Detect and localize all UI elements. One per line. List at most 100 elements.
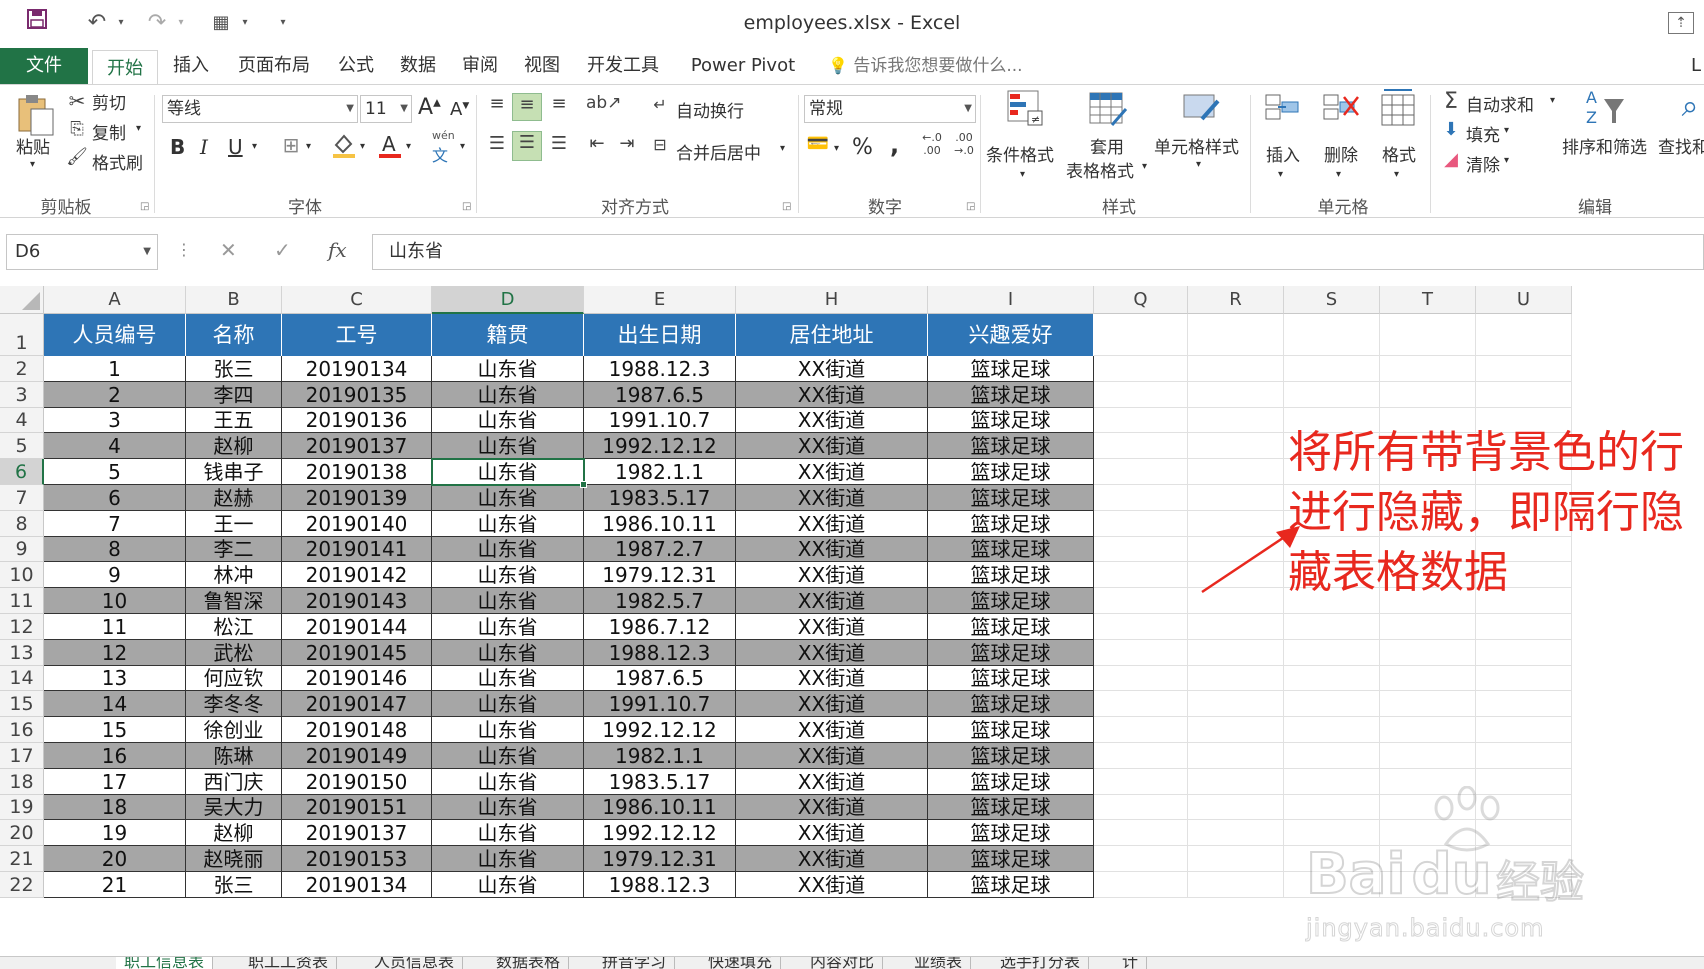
decrease-indent-icon[interactable]: ⇤	[584, 133, 610, 154]
empty-cell[interactable]	[1284, 382, 1380, 408]
table-cell[interactable]: 山东省	[432, 537, 584, 562]
empty-cell[interactable]	[1476, 640, 1572, 666]
row-header[interactable]: 9	[0, 537, 44, 562]
format-painter-button[interactable]: 格式刷	[92, 149, 143, 174]
empty-cell[interactable]	[1094, 743, 1188, 769]
row-header[interactable]: 11	[0, 588, 44, 614]
tab-review[interactable]: 审阅	[454, 48, 506, 84]
sheet-tab[interactable]: 计	[1114, 957, 1148, 969]
format-as-table-icon[interactable]	[1086, 89, 1130, 129]
table-cell[interactable]: 15	[44, 717, 186, 743]
table-cell[interactable]: 篮球足球	[928, 537, 1094, 562]
column-header[interactable]: B	[186, 286, 282, 314]
column-header[interactable]: T	[1380, 286, 1476, 314]
table-header-cell[interactable]: 籍贯	[432, 314, 584, 356]
table-cell[interactable]: XX街道	[736, 717, 928, 743]
empty-cell[interactable]	[1188, 640, 1284, 666]
empty-cell[interactable]	[1094, 588, 1188, 614]
table-cell[interactable]: 山东省	[432, 691, 584, 717]
border-dropdown-icon[interactable]: ▾	[306, 141, 311, 152]
conditional-formatting-button[interactable]: 条件格式	[986, 141, 1054, 166]
empty-cell[interactable]	[1188, 485, 1284, 511]
row-header[interactable]: 12	[0, 614, 44, 640]
empty-cell[interactable]	[1188, 795, 1284, 820]
table-cell[interactable]: 1983.5.17	[584, 485, 736, 511]
table-cell[interactable]: 篮球足球	[928, 459, 1094, 485]
table-cell[interactable]: 山东省	[432, 562, 584, 588]
table-cell[interactable]: 1992.12.12	[584, 433, 736, 459]
empty-cell[interactable]	[1380, 614, 1476, 640]
format-as-table-label-1[interactable]: 套用	[1090, 133, 1124, 158]
empty-cell[interactable]	[1094, 666, 1188, 691]
format-as-table-label-2[interactable]: 表格格式	[1066, 157, 1134, 182]
empty-cell[interactable]	[1188, 433, 1284, 459]
sheet-tab[interactable]: 选手打分表	[992, 957, 1090, 969]
table-cell[interactable]: 20190142	[282, 562, 432, 588]
column-header[interactable]: Q	[1094, 286, 1188, 314]
table-cell[interactable]: 钱串子	[186, 459, 282, 485]
row-header[interactable]: 5	[0, 433, 44, 459]
column-header[interactable]: D	[432, 286, 584, 314]
table-cell[interactable]: 何应钦	[186, 666, 282, 691]
align-left-icon[interactable]: ☰	[484, 133, 510, 154]
table-cell[interactable]: 鲁智深	[186, 588, 282, 614]
table-cell[interactable]: 20190139	[282, 485, 432, 511]
table-cell[interactable]: 篮球足球	[928, 614, 1094, 640]
table-cell[interactable]: XX街道	[736, 640, 928, 666]
empty-cell[interactable]	[1188, 691, 1284, 717]
italic-button[interactable]: I	[200, 135, 208, 159]
table-cell[interactable]: 篮球足球	[928, 846, 1094, 872]
empty-cell[interactable]	[1094, 846, 1188, 872]
table-cell[interactable]: XX街道	[736, 666, 928, 691]
table-cell[interactable]: 篮球足球	[928, 640, 1094, 666]
table-cell[interactable]: 1987.6.5	[584, 666, 736, 691]
table-cell[interactable]: 武松	[186, 640, 282, 666]
table-cell[interactable]: 篮球足球	[928, 691, 1094, 717]
table-cell[interactable]: 7	[44, 511, 186, 537]
empty-cell[interactable]	[1188, 743, 1284, 769]
empty-cell[interactable]	[1380, 382, 1476, 408]
table-cell[interactable]: 赵赫	[186, 485, 282, 511]
delete-dropdown-icon[interactable]: ▾	[1336, 169, 1341, 180]
table-cell[interactable]: 1988.12.3	[584, 872, 736, 898]
table-cell[interactable]: XX街道	[736, 795, 928, 820]
table-cell[interactable]: 20190135	[282, 382, 432, 408]
table-cell[interactable]: 赵柳	[186, 820, 282, 846]
table-cell[interactable]: 山东省	[432, 640, 584, 666]
table-cell[interactable]: 1982.5.7	[584, 588, 736, 614]
empty-cell[interactable]	[1476, 666, 1572, 691]
row-header[interactable]: 7	[0, 485, 44, 511]
name-box[interactable]: D6 ▼	[6, 234, 158, 270]
table-cell[interactable]: 张三	[186, 872, 282, 898]
table-cell[interactable]: XX街道	[736, 562, 928, 588]
empty-cell[interactable]	[1188, 382, 1284, 408]
increase-indent-icon[interactable]: ⇥	[614, 133, 640, 154]
empty-cell[interactable]	[1476, 382, 1572, 408]
table-cell[interactable]: 山东省	[432, 846, 584, 872]
fill-handle[interactable]	[580, 481, 587, 488]
row-header[interactable]: 4	[0, 408, 44, 433]
sheet-tab[interactable]: 职工信息表	[116, 957, 214, 969]
table-cell[interactable]: 山东省	[432, 666, 584, 691]
table-cell[interactable]: 赵柳	[186, 433, 282, 459]
table-cell[interactable]: XX街道	[736, 382, 928, 408]
column-header[interactable]: U	[1476, 286, 1572, 314]
table-cell[interactable]: 8	[44, 537, 186, 562]
table-cell[interactable]: 13	[44, 666, 186, 691]
empty-cell[interactable]	[1094, 820, 1188, 846]
fill-dropdown-icon[interactable]: ▾	[1504, 125, 1509, 136]
empty-cell[interactable]	[1380, 666, 1476, 691]
empty-cell[interactable]	[1094, 717, 1188, 743]
table-cell[interactable]: 山东省	[432, 872, 584, 898]
empty-cell[interactable]	[1284, 356, 1380, 382]
empty-cell[interactable]	[1094, 356, 1188, 382]
empty-cell[interactable]	[1476, 717, 1572, 743]
column-header[interactable]: I	[928, 286, 1094, 314]
empty-cell[interactable]	[1284, 640, 1380, 666]
delete-cells-icon[interactable]	[1318, 89, 1362, 129]
table-cell[interactable]: 16	[44, 743, 186, 769]
empty-cell[interactable]	[1476, 356, 1572, 382]
table-header-cell[interactable]: 兴趣爱好	[928, 314, 1094, 356]
underline-button[interactable]: U	[228, 135, 243, 159]
table-cell[interactable]: 篮球足球	[928, 769, 1094, 795]
